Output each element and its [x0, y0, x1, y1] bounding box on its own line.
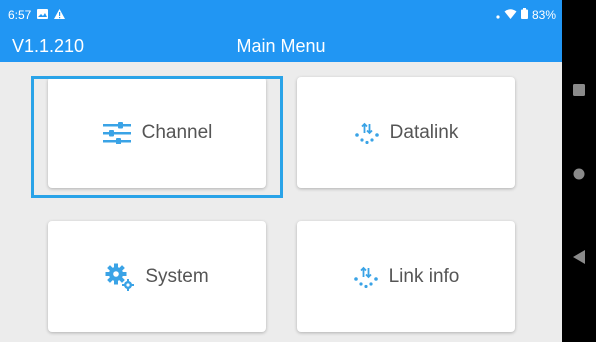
menu-tile-link-info[interactable]: Link info [297, 221, 515, 332]
wifi-icon [504, 8, 517, 22]
status-bar: 6:57 83% [0, 0, 562, 30]
menu-tile-system[interactable]: System [48, 221, 266, 332]
warning-icon [54, 8, 66, 22]
menu-tile-label: Channel [141, 121, 213, 143]
battery-percent: 83% [531, 8, 556, 22]
navigation-bar [562, 0, 596, 342]
menu-tile-label: Link info [388, 265, 460, 287]
status-left: 6:57 [8, 0, 66, 30]
signal-icon [496, 8, 500, 22]
battery-icon [520, 8, 528, 22]
app-bar: Main Menu V1.1.210 [0, 30, 562, 62]
recents-square-icon[interactable] [562, 84, 596, 96]
gears-icon [105, 263, 135, 291]
menu-tile-label: System [145, 265, 209, 287]
datalink-icon [354, 122, 380, 144]
home-circle-icon[interactable] [562, 168, 596, 180]
menu-tile-channel[interactable]: Channel [48, 77, 266, 188]
sliders-icon [102, 121, 132, 144]
image-icon [37, 8, 49, 22]
version-label: V1.1.210 [12, 36, 85, 56]
menu-tile-label: Datalink [389, 121, 459, 143]
link-info-icon [353, 266, 379, 288]
status-time: 6:57 [8, 8, 32, 22]
status-right: 83% [496, 0, 556, 30]
page-title: Main Menu [236, 36, 326, 56]
app-screen: 6:57 83% Main Menu V1.1.210 Channel Data… [0, 0, 562, 342]
back-triangle-icon[interactable] [562, 250, 596, 264]
menu-tile-datalink[interactable]: Datalink [297, 77, 515, 188]
